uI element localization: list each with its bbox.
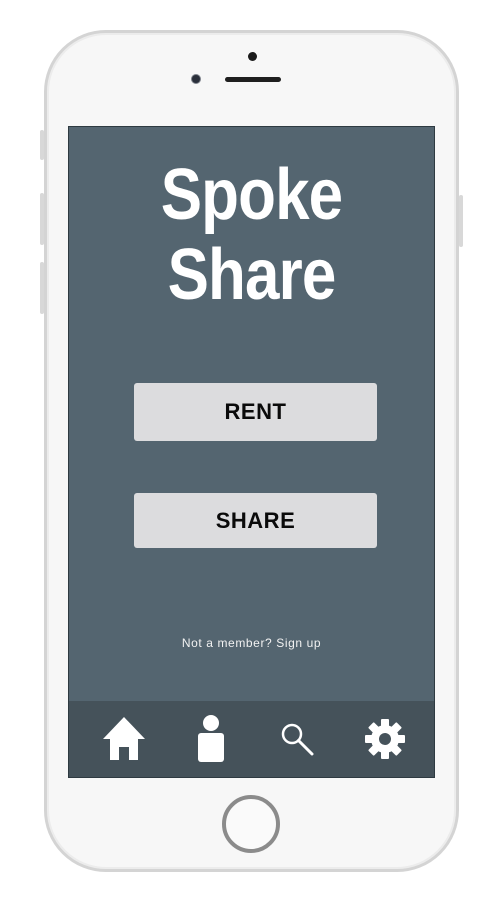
tab-profile[interactable] — [171, 701, 251, 777]
rent-button[interactable]: RENT — [134, 383, 377, 441]
mute-switch — [40, 130, 44, 160]
app-title-line-1: Spoke — [160, 155, 343, 235]
tab-home[interactable] — [84, 701, 164, 777]
gear-icon — [365, 719, 405, 759]
volume-up-button — [40, 193, 44, 245]
front-camera — [191, 74, 201, 84]
home-button[interactable] — [222, 795, 280, 853]
tab-bar — [69, 701, 434, 777]
app-logo: Spoke Share — [95, 155, 409, 315]
app-screen: Spoke Share RENT SHARE Not a member? Sig… — [68, 126, 435, 778]
signup-link[interactable]: Not a member? Sign up — [69, 636, 434, 650]
person-icon — [198, 715, 224, 762]
earpiece-speaker — [225, 77, 281, 82]
volume-down-button — [40, 262, 44, 314]
power-button — [459, 195, 463, 247]
share-button[interactable]: SHARE — [134, 493, 377, 548]
home-icon — [103, 717, 145, 760]
proximity-sensor — [248, 52, 257, 61]
search-icon — [281, 723, 314, 756]
tab-search[interactable] — [257, 701, 337, 777]
app-title-line-2: Share — [167, 235, 337, 315]
tab-settings[interactable] — [345, 701, 425, 777]
